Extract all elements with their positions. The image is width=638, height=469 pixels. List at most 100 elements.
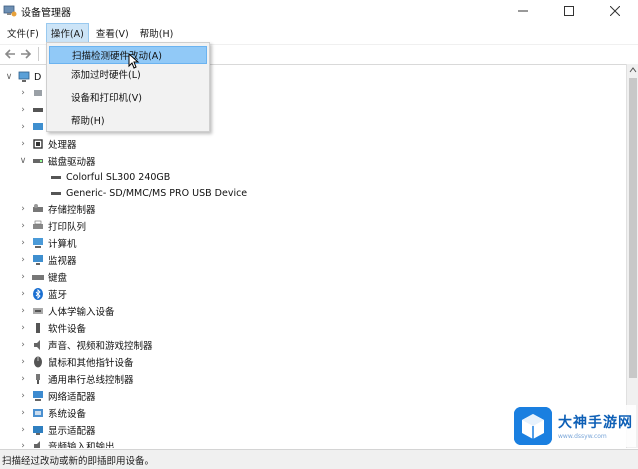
chevron-right-icon[interactable]: › — [18, 238, 28, 248]
hid-icon — [32, 305, 44, 317]
tree-item[interactable]: › 网络适配器 — [18, 388, 96, 404]
menu-help-item[interactable]: 帮助(H) — [49, 111, 207, 129]
disk-icon — [32, 104, 44, 116]
chevron-right-icon[interactable]: › — [18, 408, 28, 418]
drive-item-icon — [50, 171, 62, 183]
chevron-right-icon[interactable]: › — [18, 289, 28, 299]
toolbar-separator — [38, 46, 39, 61]
scroll-up-icon[interactable] — [629, 66, 637, 74]
chevron-right-icon[interactable]: › — [18, 139, 28, 149]
chevron-right-icon[interactable]: › — [18, 340, 28, 350]
tree-item-label: 软件设备 — [48, 324, 87, 335]
back-arrow-icon[interactable] — [2, 46, 18, 62]
mouse-cursor-icon — [128, 53, 140, 69]
tree-item-label: 鼠标和其他指针设备 — [48, 358, 134, 369]
menu-action[interactable]: 操作(A) — [45, 23, 89, 43]
menu-devices-and-printers[interactable]: 设备和打印机(V) — [49, 88, 207, 106]
chevron-down-icon[interactable]: ∨ — [18, 156, 28, 166]
chevron-right-icon[interactable]: › — [18, 221, 28, 231]
menu-file[interactable]: 文件(F) — [3, 24, 43, 42]
maximize-button[interactable] — [546, 0, 592, 22]
tree-item-label: Generic- SD/MMC/MS PRO USB Device — [66, 187, 248, 199]
printer-icon — [32, 220, 44, 232]
tree-item[interactable]: › 监视器 — [18, 252, 77, 268]
tree-item[interactable]: › 系统设备 — [18, 405, 86, 421]
processor-icon — [32, 138, 44, 150]
tree-item[interactable]: › 音频输入和输出 — [18, 438, 115, 448]
mouse-icon — [32, 356, 44, 368]
chevron-right-icon[interactable]: › — [18, 272, 28, 282]
tree-item-label: 系统设备 — [48, 409, 87, 420]
storage-controller-icon — [32, 203, 44, 215]
chevron-right-icon[interactable]: › — [18, 441, 28, 448]
tree-item[interactable]: › 蓝牙 — [18, 286, 67, 302]
software-device-icon — [32, 322, 44, 334]
tree-item[interactable]: › 鼠标和其他指针设备 — [18, 354, 134, 370]
minimize-button[interactable] — [500, 0, 546, 22]
close-button[interactable] — [592, 0, 638, 22]
window-title: 设备管理器 — [21, 7, 71, 19]
chevron-right-icon[interactable]: › — [18, 306, 28, 316]
usb-icon — [32, 373, 44, 385]
tree-item-label: 音频输入和输出 — [48, 442, 115, 448]
tree-item[interactable]: › 计算机 — [18, 235, 77, 251]
tree-root[interactable]: ∨ D — [4, 69, 42, 85]
tree-item[interactable]: › 显示适配器 — [18, 422, 96, 438]
tree-item[interactable]: › — [18, 85, 48, 101]
chevron-right-icon[interactable]: › — [18, 88, 28, 98]
forward-arrow-icon[interactable] — [18, 46, 34, 62]
menu-bar: 文件(F) 操作(A) 查看(V) 帮助(H) — [0, 23, 638, 43]
disk-drive-icon — [32, 155, 44, 167]
tree-item[interactable]: › — [18, 119, 48, 135]
chevron-right-icon[interactable]: › — [18, 122, 28, 132]
bluetooth-icon — [32, 288, 44, 300]
tree-item-label: 键盘 — [48, 273, 68, 284]
tree-root-label: D — [34, 71, 42, 83]
chevron-right-icon[interactable]: › — [18, 255, 28, 265]
vertical-scrollbar[interactable] — [626, 64, 638, 448]
tree-item[interactable]: › 人体学输入设备 — [18, 303, 114, 319]
menu-view[interactable]: 查看(V) — [92, 24, 133, 42]
scrollbar-thumb[interactable] — [629, 78, 637, 378]
tree-item-label: 蓝牙 — [48, 290, 68, 301]
watermark-title: 大神手游网 — [558, 415, 633, 431]
drive-item-icon — [50, 187, 62, 199]
tree-item[interactable]: › 声音、视频和游戏控制器 — [18, 337, 153, 353]
tree-item[interactable]: › 存储控制器 — [18, 201, 96, 217]
computer-icon — [32, 237, 44, 249]
tree-item[interactable]: › — [18, 102, 48, 118]
tree-item-label: 监视器 — [48, 256, 77, 267]
title-bar: 设备管理器 — [0, 0, 638, 22]
tree-child-item[interactable]: Colorful SL300 240GB — [46, 169, 170, 185]
tree-item[interactable]: › 通用串行总线控制器 — [18, 371, 134, 387]
tree-item[interactable]: › 处理器 — [18, 136, 76, 152]
audio-io-icon — [32, 440, 44, 448]
sound-icon — [32, 339, 44, 351]
tree-item[interactable]: › 键盘 — [18, 269, 67, 285]
tree-item[interactable]: › 软件设备 — [18, 320, 86, 336]
chevron-right-icon[interactable]: › — [18, 391, 28, 401]
audio-io-icon — [32, 87, 44, 99]
chevron-right-icon[interactable]: › — [18, 105, 28, 115]
chevron-down-icon[interactable]: ∨ — [4, 72, 14, 82]
menu-help[interactable]: 帮助(H) — [136, 24, 178, 42]
tree-item-label: 显示适配器 — [48, 426, 96, 437]
status-bar: 扫描经过改动或新的即插即用设备。 — [0, 449, 638, 469]
tree-item[interactable]: › 打印队列 — [18, 218, 86, 234]
tree-item-label: 计算机 — [48, 239, 77, 250]
chevron-right-icon[interactable]: › — [18, 357, 28, 367]
chevron-right-icon[interactable]: › — [18, 374, 28, 384]
monitor-icon — [32, 121, 44, 133]
tree-child-item[interactable]: Generic- SD/MMC/MS PRO USB Device — [46, 185, 247, 201]
tree-item-label: 网络适配器 — [48, 392, 96, 403]
keyboard-icon — [32, 271, 44, 283]
computer-icon — [18, 71, 30, 83]
tree-item-label: 磁盘驱动器 — [48, 157, 96, 168]
device-manager-icon — [3, 4, 17, 18]
tree-item-label: 通用串行总线控制器 — [48, 375, 134, 386]
chevron-right-icon[interactable]: › — [18, 323, 28, 333]
chevron-right-icon[interactable]: › — [18, 425, 28, 435]
tree-item-expanded[interactable]: ∨ 磁盘驱动器 — [18, 153, 96, 169]
chevron-right-icon[interactable]: › — [18, 204, 28, 214]
tree-item-label: Colorful SL300 240GB — [66, 171, 171, 183]
